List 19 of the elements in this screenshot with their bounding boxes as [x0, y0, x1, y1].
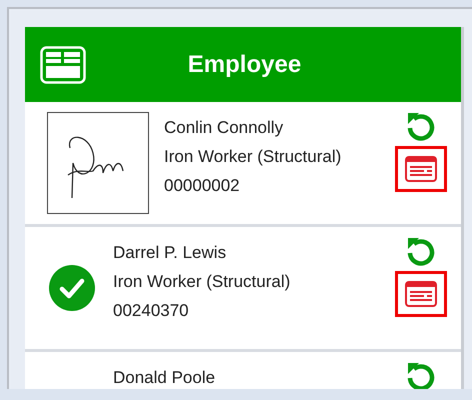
id-card-button[interactable] [395, 146, 447, 192]
employee-trade: Iron Worker (Structural) [164, 147, 342, 167]
id-card-button[interactable] [395, 271, 447, 317]
employee-row[interactable]: Donald Poole [25, 352, 461, 389]
employee-id: 00000002 [164, 176, 241, 196]
refresh-icon[interactable] [405, 110, 437, 142]
employee-row[interactable]: Conlin Connolly Iron Worker (Structural) 00000002 [25, 102, 461, 227]
id-card-icon [405, 281, 437, 307]
header-title: Employee [186, 50, 302, 78]
id-card-icon [405, 156, 437, 182]
employee-name: Conlin Connolly [164, 118, 284, 138]
table-icon[interactable] [40, 46, 86, 84]
refresh-icon[interactable] [405, 360, 437, 389]
employee-trade: Iron Worker (Structural) [113, 272, 292, 292]
employee-name: Donald Poole [113, 368, 216, 388]
employee-name: Darrel P. Lewis [113, 243, 228, 263]
refresh-icon[interactable] [405, 235, 437, 267]
employee-id: 00240370 [113, 301, 190, 321]
employee-row[interactable]: Darrel P. Lewis Iron Worker (Structural) 00240370 [25, 227, 461, 352]
